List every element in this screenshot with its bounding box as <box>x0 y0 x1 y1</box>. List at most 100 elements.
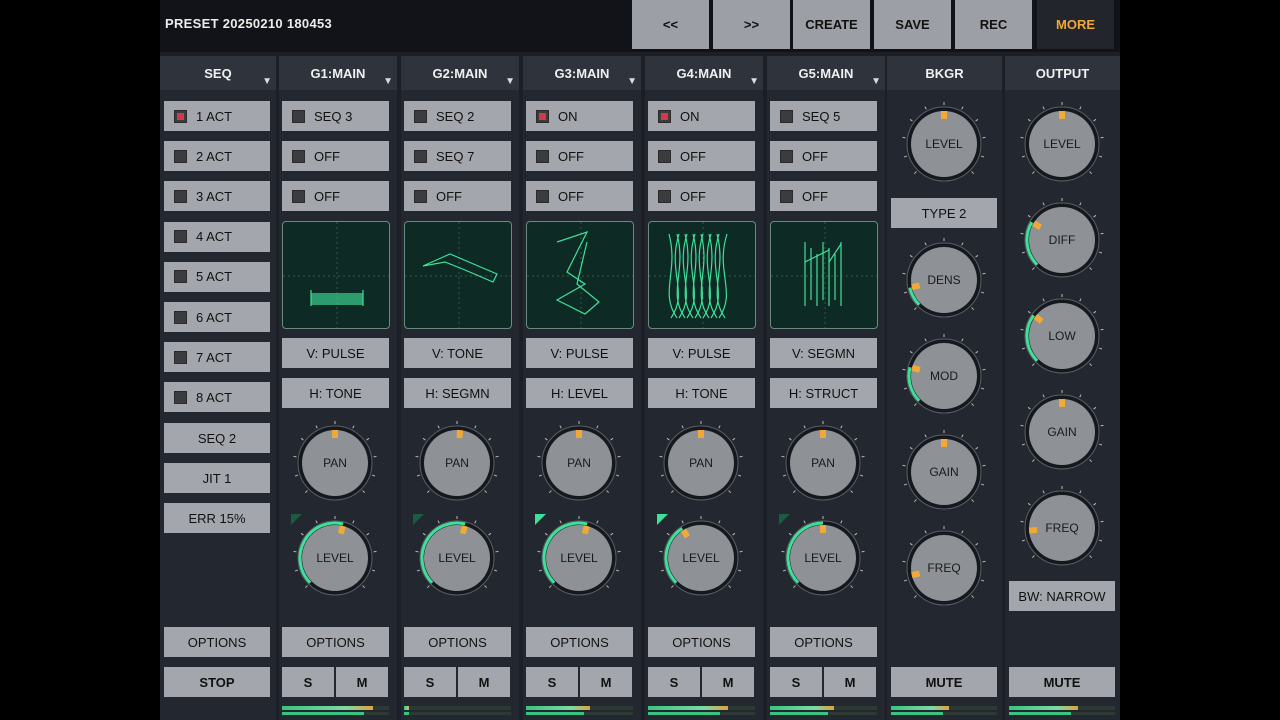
group-header[interactable]: G5:MAIN ▼ <box>767 56 885 90</box>
checkbox-fill <box>417 152 424 160</box>
checkbox-fill <box>661 192 668 200</box>
solo-button[interactable]: S <box>282 667 334 697</box>
level-knob[interactable]: LEVEL <box>537 516 621 600</box>
group-row-toggle-1[interactable]: SEQ 5 <box>770 101 877 131</box>
seq-options-button[interactable]: OPTIONS <box>164 627 270 657</box>
seq-act-toggle-1[interactable]: 1 ACT <box>164 101 270 131</box>
group-options-button[interactable]: OPTIONS <box>526 627 633 657</box>
level-knob[interactable]: LEVEL <box>781 516 865 600</box>
output-mute-button[interactable]: MUTE <box>1009 667 1115 697</box>
seq-act-toggle-7[interactable]: 7 ACT <box>164 342 270 373</box>
group-row-toggle-2[interactable]: OFF <box>282 141 389 172</box>
output-gain-knob[interactable]: GAIN <box>1020 390 1104 474</box>
group-row-toggle-1[interactable]: SEQ 3 <box>282 101 389 131</box>
seq-act-toggle-8[interactable]: 8 ACT <box>164 382 270 413</box>
horizontal-mode-button[interactable]: H: TONE <box>282 378 389 408</box>
group-row-toggle-2[interactable]: OFF <box>770 141 877 172</box>
vertical-mode-button[interactable]: V: PULSE <box>648 338 755 368</box>
next-preset-button[interactable]: >> <box>713 0 790 49</box>
output-level-knob[interactable]: LEVEL <box>1020 102 1104 186</box>
level-knob[interactable]: LEVEL <box>293 516 377 600</box>
solo-button[interactable]: S <box>404 667 456 697</box>
checkbox-icon <box>292 149 305 163</box>
group-title: G1:MAIN <box>310 65 366 81</box>
solo-button[interactable]: S <box>526 667 578 697</box>
group-row-toggle-1[interactable]: SEQ 2 <box>404 101 511 131</box>
bkgr-mod-knob[interactable]: MOD <box>902 334 986 418</box>
group-title: G4:MAIN <box>676 65 732 81</box>
group-row-toggle-1[interactable]: ON <box>648 101 755 131</box>
group-row-toggle-1[interactable]: ON <box>526 101 633 131</box>
horizontal-mode-button[interactable]: H: SEGMN <box>404 378 511 408</box>
pan-knob[interactable]: PAN <box>293 421 377 505</box>
jitter-button[interactable]: JIT 1 <box>164 463 270 493</box>
seq-act-toggle-4[interactable]: 4 ACT <box>164 221 270 252</box>
toggle-label: OFF <box>802 188 828 204</box>
horizontal-mode-button[interactable]: H: LEVEL <box>526 378 633 408</box>
level-indicator-icon <box>291 514 302 525</box>
pan-knob[interactable]: PAN <box>537 421 621 505</box>
seq-header[interactable]: SEQ ▼ <box>160 56 276 90</box>
group-options-button[interactable]: OPTIONS <box>404 627 511 657</box>
more-button[interactable]: MORE <box>1037 0 1114 49</box>
level-meter-secondary <box>282 712 389 715</box>
bkgr-gain-knob[interactable]: GAIN <box>902 430 986 514</box>
group-options-button[interactable]: OPTIONS <box>648 627 755 657</box>
pan-knob[interactable]: PAN <box>659 421 743 505</box>
create-button[interactable]: CREATE <box>793 0 870 49</box>
horizontal-mode-button[interactable]: H: TONE <box>648 378 755 408</box>
seq-select-button[interactable]: SEQ 2 <box>164 423 270 453</box>
group-row-toggle-3[interactable]: OFF <box>526 181 633 212</box>
seq-act-toggle-5[interactable]: 5 ACT <box>164 261 270 292</box>
bkgr-type-button[interactable]: TYPE 2 <box>891 198 997 228</box>
group-row-toggle-2[interactable]: OFF <box>648 141 755 172</box>
output-low-knob[interactable]: LOW <box>1020 294 1104 378</box>
group-row-toggle-3[interactable]: OFF <box>770 181 877 212</box>
seq-act-toggle-6[interactable]: 6 ACT <box>164 302 270 332</box>
vertical-mode-button[interactable]: V: SEGMN <box>770 338 877 368</box>
toggle-label: SEQ 7 <box>436 148 475 164</box>
vertical-mode-button[interactable]: V: TONE <box>404 338 511 368</box>
solo-button[interactable]: S <box>648 667 700 697</box>
solo-button[interactable]: S <box>770 667 822 697</box>
group-header[interactable]: G4:MAIN ▼ <box>645 56 763 90</box>
bkgr-mute-button[interactable]: MUTE <box>891 667 997 697</box>
rec-button[interactable]: REC <box>955 0 1032 49</box>
group-header[interactable]: G1:MAIN ▼ <box>279 56 397 90</box>
level-knob[interactable]: LEVEL <box>659 516 743 600</box>
mute-button[interactable]: M <box>336 667 388 697</box>
pan-knob[interactable]: PAN <box>415 421 499 505</box>
group-row-toggle-3[interactable]: OFF <box>648 181 755 212</box>
save-button[interactable]: SAVE <box>874 0 951 49</box>
vertical-mode-button[interactable]: V: PULSE <box>526 338 633 368</box>
vertical-mode-button[interactable]: V: PULSE <box>282 338 389 368</box>
group-row-toggle-2[interactable]: OFF <box>526 141 633 172</box>
prev-preset-button[interactable]: << <box>632 0 709 49</box>
bkgr-density-knob[interactable]: DENS <box>902 238 986 322</box>
error-button[interactable]: ERR 15% <box>164 503 270 533</box>
bandwidth-button[interactable]: BW: NARROW <box>1009 581 1115 611</box>
group-header[interactable]: G3:MAIN ▼ <box>523 56 641 90</box>
output-freq-knob[interactable]: FREQ <box>1020 486 1104 570</box>
level-knob[interactable]: LEVEL <box>415 516 499 600</box>
group-options-button[interactable]: OPTIONS <box>770 627 877 657</box>
group-options-button[interactable]: OPTIONS <box>282 627 389 657</box>
toggle-label: SEQ 2 <box>436 108 475 124</box>
group-row-toggle-3[interactable]: OFF <box>404 181 511 212</box>
bkgr-level-knob[interactable]: LEVEL <box>902 102 986 186</box>
pan-knob[interactable]: PAN <box>781 421 865 505</box>
stop-button[interactable]: STOP <box>164 667 270 697</box>
bkgr-freq-knob[interactable]: FREQ <box>902 526 986 610</box>
group-header[interactable]: G2:MAIN ▼ <box>401 56 519 90</box>
bkgr-column: BKGR TYPE 2 MUTE LEVEL DENS MOD GAIN FREQ <box>887 56 1002 720</box>
mute-button[interactable]: M <box>458 667 510 697</box>
group-row-toggle-3[interactable]: OFF <box>282 181 389 212</box>
seq-act-toggle-2[interactable]: 2 ACT <box>164 141 270 172</box>
horizontal-mode-button[interactable]: H: STRUCT <box>770 378 877 408</box>
mute-button[interactable]: M <box>702 667 754 697</box>
mute-button[interactable]: M <box>824 667 876 697</box>
output-diff-knob[interactable]: DIFF <box>1020 198 1104 282</box>
mute-button[interactable]: M <box>580 667 632 697</box>
seq-act-toggle-3[interactable]: 3 ACT <box>164 181 270 212</box>
group-row-toggle-2[interactable]: SEQ 7 <box>404 141 511 172</box>
